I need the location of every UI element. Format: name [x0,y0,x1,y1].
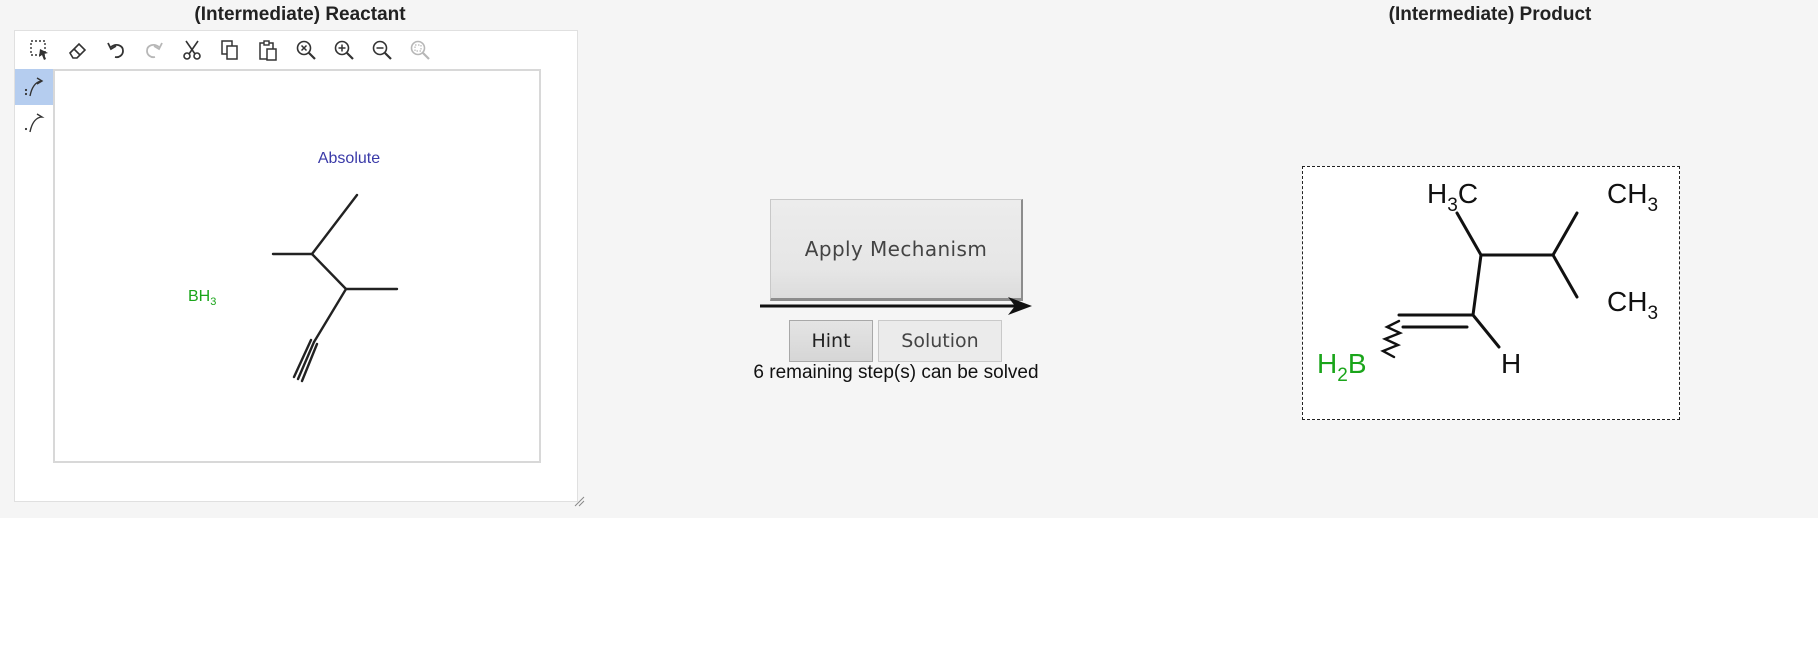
scissors-icon [183,40,201,60]
paste-icon [259,40,277,61]
reagent-subscript: 3 [210,296,216,308]
resize-handle-icon[interactable] [573,495,585,507]
reactant-title: (Intermediate) Reactant [194,4,406,25]
arrow-tools [15,69,53,141]
redo-tool[interactable] [135,32,173,68]
methyl-r-sub: 3 [1647,303,1658,324]
single-electron-arrow-tool[interactable] [15,105,53,141]
stereo-label: Absolute [318,150,380,167]
drawing-canvas[interactable]: Absolute BH3 [53,69,541,463]
zoom-reset-tool[interactable] [287,32,325,68]
curved-arrow-pair-icon [24,77,44,97]
editor-toolbar [15,31,439,69]
methyl-tl-main: H [1427,178,1447,209]
zoom-in-icon [334,40,354,60]
zoom-out-icon [372,40,392,60]
methyl-label-top-left: H3C [1427,178,1478,216]
solution-button[interactable]: Solution [878,320,1002,362]
methyl-tr-main: CH [1607,178,1647,209]
undo-icon [107,42,124,59]
erase-tool[interactable] [59,32,97,68]
eraser-icon [68,42,87,59]
methyl-tr-sub: 3 [1647,195,1658,216]
reactant-editor: Absolute BH3 [14,30,585,507]
apply-mechanism-button[interactable]: Apply Mechanism [770,199,1023,301]
lasso-select-icon [30,40,48,60]
reactant-molecule: Absolute BH3 [188,150,399,383]
undo-tool[interactable] [97,32,135,68]
methyl-tl-sub: 3 [1447,195,1458,216]
select-tool[interactable] [21,32,59,68]
boron-tail: B [1348,348,1367,379]
boron-main: H [1317,348,1337,379]
mechanism-controls: Apply Mechanism Hint Solution 6 remainin… [740,190,1052,400]
curved-arrow-single-icon [24,113,45,133]
boron-label: H2B [1317,348,1367,386]
zoom-fit-tool[interactable] [401,32,439,68]
boron-sub: 2 [1337,365,1348,386]
methyl-r-main: CH [1607,286,1647,317]
electron-pair-arrow-tool[interactable] [15,69,53,105]
skeletal-bonds [271,193,399,383]
zoom-clear-icon [296,40,316,60]
zoom-out-tool[interactable] [363,32,401,68]
hydrogen-label: H [1501,348,1521,379]
reagent-label: BH3 [188,288,216,308]
copy-icon [221,40,238,60]
product-molecule: H3C CH3 CH3 H H2B [1317,178,1658,386]
cut-tool[interactable] [173,32,211,68]
paste-tool[interactable] [249,32,287,68]
hint-button[interactable]: Hint [789,320,873,362]
product-bonds [1380,211,1579,359]
copy-tool[interactable] [211,32,249,68]
methyl-label-top-right: CH3 [1607,178,1658,216]
product-title: (Intermediate) Product [1388,4,1592,25]
redo-icon [146,42,163,59]
zoom-in-tool[interactable] [325,32,363,68]
remaining-steps-status: 6 remaining step(s) can be solved [753,362,1039,383]
zoom-fit-icon [410,40,430,60]
reaction-arrow-icon [760,297,1032,315]
methyl-tl-tail: C [1458,178,1478,209]
methyl-label-right: CH3 [1607,286,1658,324]
reagent-main: BH [188,288,210,305]
product-structure: H3C CH3 CH3 H H2B [1302,166,1680,420]
